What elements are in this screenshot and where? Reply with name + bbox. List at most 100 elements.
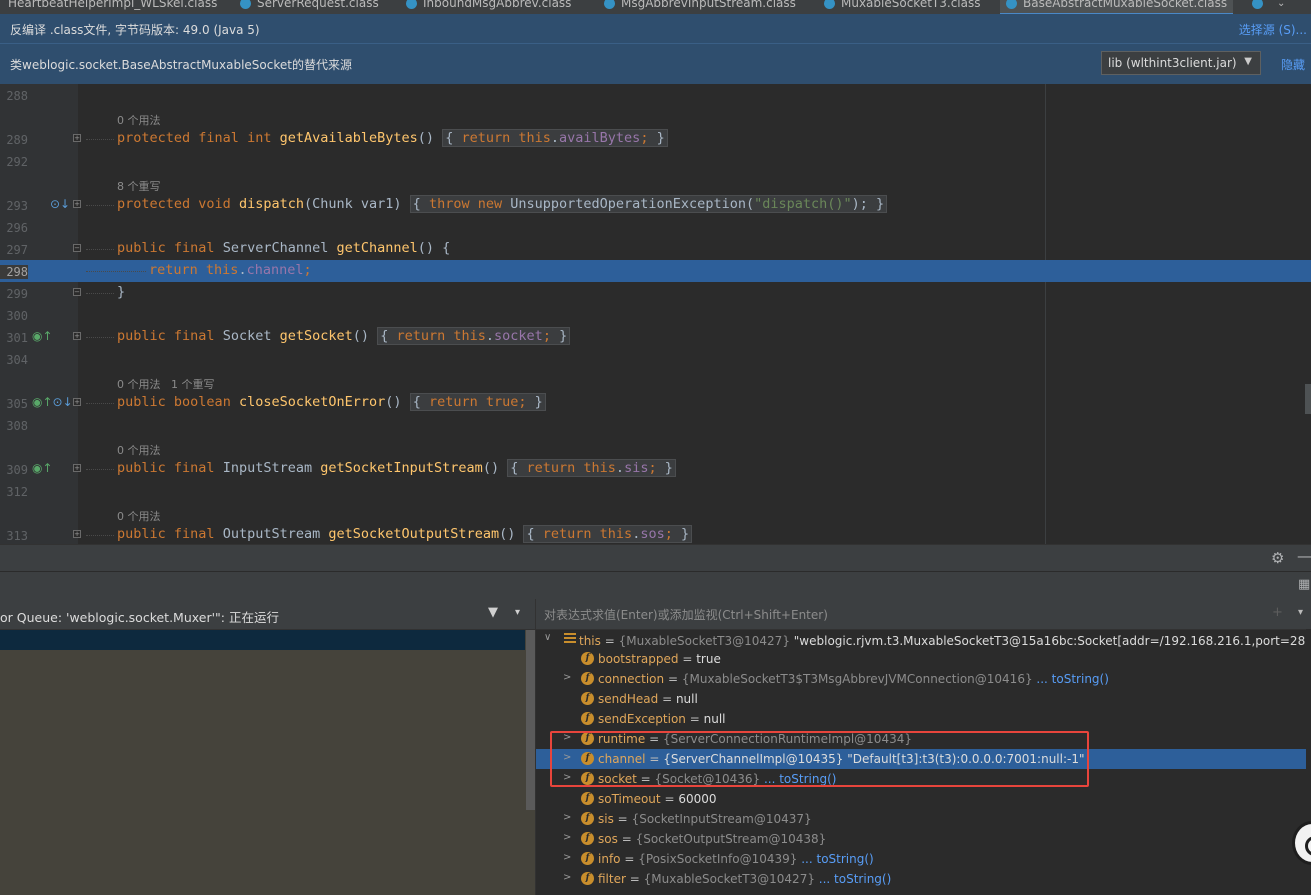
indent-guide	[86, 139, 114, 140]
code-editor[interactable]: 288 0 个用法 289 + protected final int getA…	[0, 84, 1311, 544]
usage-hint[interactable]: 0 个用法	[117, 508, 161, 524]
fold-expand-icon[interactable]: +	[73, 530, 81, 538]
choose-source-link[interactable]: 选择源 (S)...	[1239, 21, 1307, 38]
fold-end-icon[interactable]: −	[73, 288, 81, 296]
variable-row-sis[interactable]: > f sis = {SocketInputStream@10437}	[536, 809, 1311, 829]
code-line: 313 + public final OutputStream getSocke…	[0, 524, 1311, 544]
chevron-down-icon[interactable]: ▾	[1298, 607, 1303, 618]
tab-overflow[interactable]: ⌄	[1252, 0, 1285, 13]
library-select-value: lib (wlthint3client.jar)	[1108, 56, 1237, 70]
line-number: 309	[6, 463, 28, 477]
class-icon	[1006, 0, 1017, 9]
variable-text: soTimeout = 60000	[598, 792, 717, 806]
variable-row-this[interactable]: ∨ this = {MuxableSocketT3@10427} "weblog…	[536, 629, 1311, 649]
indent-guide	[86, 403, 114, 404]
usage-override-hint[interactable]: 0 个用法 1 个重写	[117, 376, 214, 392]
expand-arrow-icon[interactable]: >	[563, 852, 571, 863]
tab-label: ServerRequest.class	[257, 0, 379, 10]
tab-inbound-msg-abbrev[interactable]: InboundMsgAbbrev.class	[406, 0, 571, 13]
code-line: 308	[0, 414, 1311, 436]
indent-guide	[86, 271, 146, 272]
decompile-info-bar: 反编译 .class文件, 字节码版本: 49.0 (Java 5) 选择源 (…	[0, 14, 1311, 44]
hide-link[interactable]: 隐藏	[1281, 56, 1305, 73]
line-number: 288	[6, 89, 28, 103]
usage-hint[interactable]: 0 个用法	[117, 112, 161, 128]
tab-server-request[interactable]: ServerRequest.class	[240, 0, 379, 13]
variable-row-sotimeout[interactable]: f soTimeout = 60000	[536, 789, 1311, 809]
line-number: 301	[6, 331, 28, 345]
expand-arrow-icon[interactable]: >	[563, 832, 571, 843]
tab-heartbeat-helper[interactable]: HeartbeatHelperImpl_WLSkel.class	[8, 0, 217, 13]
line-number: 299	[6, 287, 28, 301]
code-text: }	[117, 284, 126, 300]
thread-selector[interactable]: or Queue: 'weblogic.socket.Muxer'": 正在运行…	[0, 599, 535, 630]
fold-collapse-icon[interactable]: −	[73, 244, 81, 252]
add-watch-icon[interactable]: +	[1272, 605, 1283, 620]
tab-label: InboundMsgAbbrev.class	[423, 0, 572, 10]
frames-panel: or Queue: 'weblogic.socket.Muxer'": 正在运行…	[0, 599, 535, 895]
fold-expand-icon[interactable]: +	[73, 200, 81, 208]
field-icon: f	[581, 852, 594, 865]
implements-icon[interactable]: ◉↑	[32, 461, 53, 475]
variable-row-filter[interactable]: > f filter = {MuxableSocketT3@10427} ...…	[536, 869, 1311, 889]
variable-row-sos[interactable]: > f sos = {SocketOutputStream@10438}	[536, 829, 1311, 849]
code-text: protected void dispatch(Chunk var1) { th…	[117, 195, 888, 213]
debugger-toolbar: ▦	[0, 571, 1311, 600]
tab-msg-abbrev-input-stream[interactable]: MsgAbbrevInputStream.class	[604, 0, 796, 13]
indent-guide	[86, 205, 114, 206]
code-line: 288	[0, 84, 1311, 106]
tab-muxable-socket-t3[interactable]: MuxableSocketT3.class	[824, 0, 980, 13]
line-number: 313	[6, 529, 28, 543]
overridden-by-icon[interactable]: ⊙↓	[50, 197, 70, 211]
code-line: 292	[0, 150, 1311, 172]
minimize-icon[interactable]: —	[1297, 547, 1311, 565]
variable-text: filter = {MuxableSocketT3@10427} ... toS…	[598, 872, 892, 886]
code-line: 293 ⊙↓ + protected void dispatch(Chunk v…	[0, 194, 1311, 216]
indent-guide	[86, 535, 114, 536]
selected-frame-row[interactable]	[0, 630, 525, 650]
implements-overridden-icon[interactable]: ◉↑⊙↓	[32, 395, 73, 409]
line-number: 293	[6, 199, 28, 213]
expression-placeholder: 对表达式求值(Enter)或添加监视(Ctrl+Shift+Enter)	[544, 608, 828, 622]
expand-arrow-icon[interactable]: >	[563, 672, 571, 683]
fold-expand-icon[interactable]: +	[73, 134, 81, 142]
variable-row-info[interactable]: > f info = {PosixSocketInfo@10439} ... t…	[536, 849, 1311, 869]
variable-row-bootstrapped[interactable]: f bootstrapped = true	[536, 649, 1311, 669]
tab-base-abstract-muxable-socket[interactable]: BaseAbstractMuxableSocket.class	[1000, 0, 1234, 14]
editor-scrollbar-thumb[interactable]	[1305, 384, 1311, 414]
variable-row-sendexception[interactable]: f sendException = null	[536, 709, 1311, 729]
tab-label: BaseAbstractMuxableSocket.class	[1023, 0, 1228, 10]
inlay-hint-line: 0 个用法	[0, 436, 1311, 458]
code-line: 305 ◉↑⊙↓ + public boolean closeSocketOnE…	[0, 392, 1311, 414]
class-icon	[240, 0, 251, 9]
object-icon	[564, 633, 576, 644]
code-line: 289 + protected final int getAvailableBy…	[0, 128, 1311, 150]
indent-guide	[86, 293, 114, 294]
chevron-down-icon[interactable]: ▾	[515, 607, 520, 618]
field-icon: f	[581, 812, 594, 825]
layout-icon[interactable]: ▦	[1298, 577, 1310, 592]
library-select[interactable]: lib (wlthint3client.jar) ▼	[1101, 51, 1261, 75]
fold-expand-icon[interactable]: +	[73, 398, 81, 406]
fold-expand-icon[interactable]: +	[73, 464, 81, 472]
line-number: 312	[6, 485, 28, 499]
variable-row-sendhead[interactable]: f sendHead = null	[536, 689, 1311, 709]
fold-expand-icon[interactable]: +	[73, 332, 81, 340]
chevron-down-icon: ⌄	[1277, 0, 1286, 9]
line-number: 305	[6, 397, 28, 411]
frames-scrollbar[interactable]	[526, 630, 535, 810]
line-number: 292	[6, 155, 28, 169]
evaluate-expression-field[interactable]: 对表达式求值(Enter)或添加监视(Ctrl+Shift+Enter) + ▾	[536, 599, 1311, 630]
collapse-arrow-icon[interactable]: ∨	[544, 632, 551, 643]
implements-icon[interactable]: ◉↑	[32, 329, 53, 343]
expand-arrow-icon[interactable]: >	[563, 812, 571, 823]
inlay-hint-line: 0 个用法	[0, 502, 1311, 524]
filter-icon[interactable]: ▼	[488, 605, 498, 620]
variable-row-connection[interactable]: > f connection = {MuxableSocketT3$T3MsgA…	[536, 669, 1311, 689]
usage-hint[interactable]: 0 个用法	[117, 442, 161, 458]
expand-arrow-icon[interactable]: >	[563, 872, 571, 883]
override-hint[interactable]: 8 个重写	[117, 178, 161, 194]
variable-text: info = {PosixSocketInfo@10439} ... toStr…	[598, 852, 874, 866]
code-line: 297 − public final ServerChannel getChan…	[0, 238, 1311, 260]
gear-icon[interactable]: ⚙	[1271, 549, 1284, 567]
